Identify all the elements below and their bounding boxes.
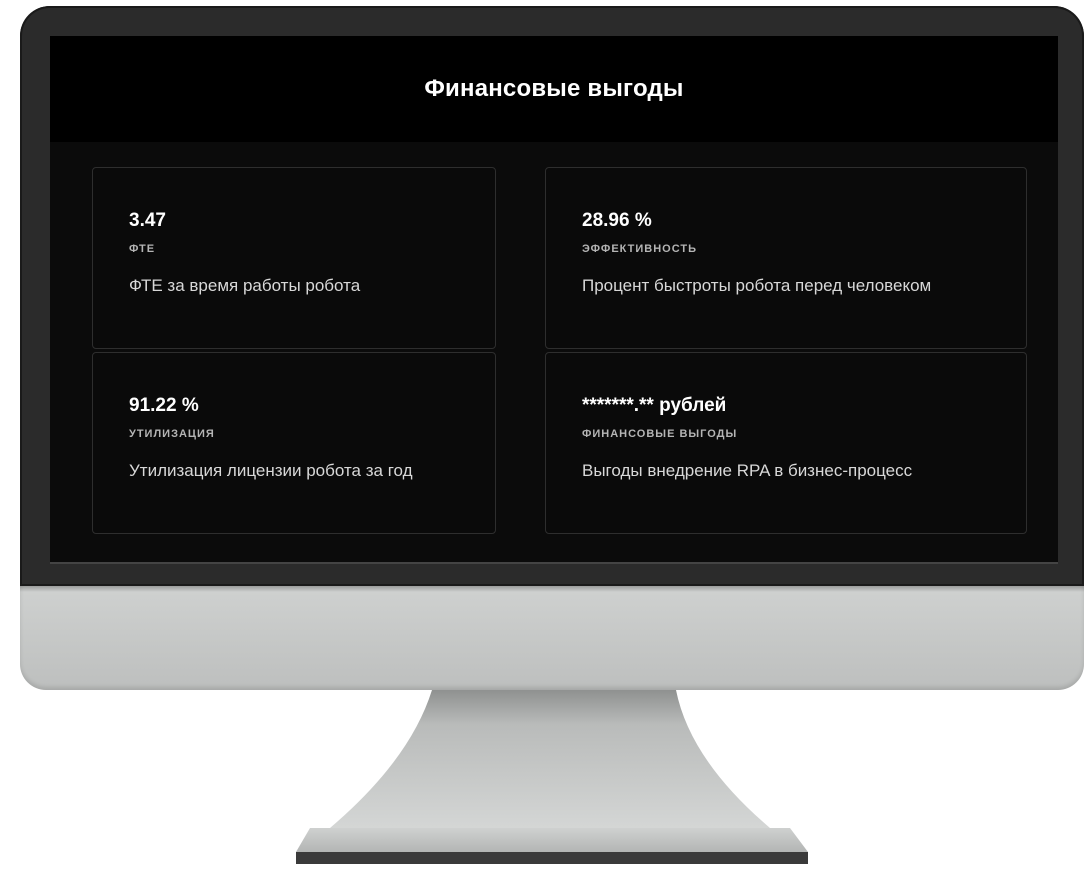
metric-description: ФТЕ за время работы робота bbox=[129, 276, 361, 295]
metric-card-fte: 3.47 ФТЕ ФТЕ за время работы робота bbox=[92, 167, 496, 349]
metric-value: *******.** рублей bbox=[582, 395, 727, 416]
page-title: Финансовые выгоды bbox=[424, 75, 684, 102]
metric-description: Выгоды внедрение RPA в бизнес-процесс bbox=[582, 461, 913, 480]
metric-label: ФТЕ bbox=[129, 243, 156, 255]
metric-label: ФИНАНСОВЫЕ ВЫГОДЫ bbox=[582, 428, 738, 440]
metric-card-efficiency: 28.96 % ЭФФЕКТИВНОСТЬ Процент быстроты р… bbox=[545, 167, 1027, 349]
stand-base-shape bbox=[296, 828, 808, 852]
monitor-screen: Финансовые выгоды 3.47 ФТЕ ФТЕ за время … bbox=[50, 36, 1058, 564]
metric-value: 91.22 % bbox=[129, 395, 199, 416]
metric-label: ЭФФЕКТИВНОСТЬ bbox=[582, 243, 698, 255]
stand-neck-shape bbox=[330, 690, 770, 828]
screen-header: Финансовые выгоды bbox=[50, 36, 1058, 142]
monitor-chin-shadow bbox=[20, 586, 1084, 592]
metric-card-financial-benefits: *******.** рублей ФИНАНСОВЫЕ ВЫГОДЫ Выго… bbox=[545, 352, 1027, 534]
metric-value: 28.96 % bbox=[582, 210, 652, 231]
metric-label: УТИЛИЗАЦИЯ bbox=[129, 428, 215, 440]
metric-description: Утилизация лицензии робота за год bbox=[129, 461, 413, 480]
metric-value: 3.47 bbox=[129, 210, 166, 231]
metric-card-utilization: 91.22 % УТИЛИЗАЦИЯ Утилизация лицензии р… bbox=[92, 352, 496, 534]
stand-base-edge bbox=[296, 852, 808, 864]
monitor-chin bbox=[20, 586, 1084, 690]
metric-description: Процент быстроты робота перед человеком bbox=[582, 276, 932, 295]
